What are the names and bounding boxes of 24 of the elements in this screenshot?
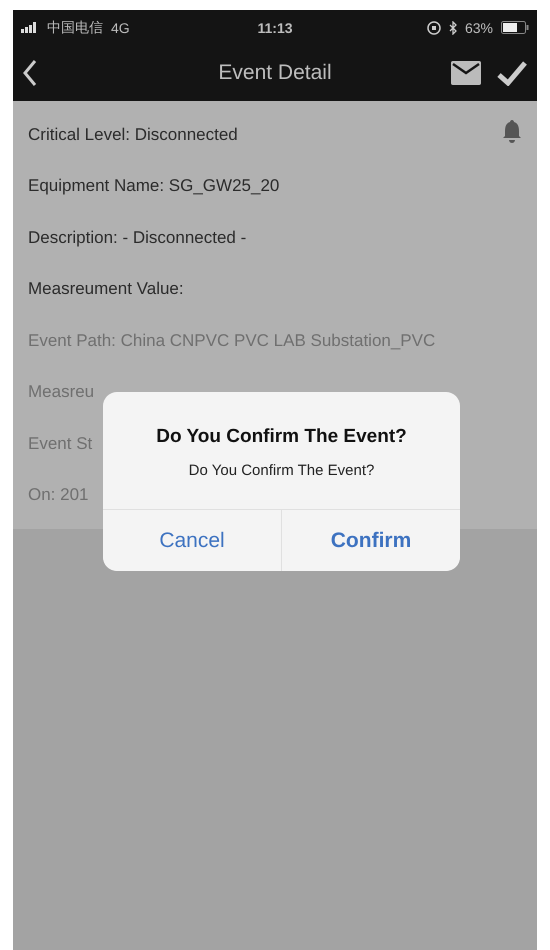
detail-text: Event St [28, 434, 92, 454]
dialog-title: Do You Confirm The Event? [155, 426, 408, 448]
mail-icon[interactable] [451, 61, 481, 85]
network-type: 4G [111, 20, 130, 36]
detail-text: Equipment Name: SG_GW25_20 [28, 176, 280, 196]
confirm-button[interactable]: Confirm [281, 510, 460, 571]
detail-text: Description: - Disconnected - [28, 228, 246, 248]
check-icon[interactable] [497, 60, 527, 86]
bluetooth-icon [448, 20, 457, 34]
bell-icon [502, 119, 522, 143]
detail-text: Event Path: China CNPVC PVC LAB Substation_PVC [28, 330, 436, 351]
dialog-message: Do You Confirm The Event? [188, 462, 376, 479]
battery-percent: 63% [464, 20, 493, 36]
status-time: 11:13 [257, 20, 293, 36]
back-icon[interactable] [23, 59, 37, 87]
rotation-lock-icon [426, 20, 441, 34]
detail-text: Critical Level: Disconnected [28, 124, 238, 145]
carrier-name: 中国电信 [47, 18, 103, 36]
signal-icon [21, 22, 39, 33]
screen-title: Event Detail [218, 61, 332, 85]
detail-text: Measreument Value: [28, 279, 184, 300]
detail-text: Measreu [28, 382, 94, 402]
battery-icon [501, 21, 529, 34]
detail-text: On: 201 [28, 485, 88, 506]
